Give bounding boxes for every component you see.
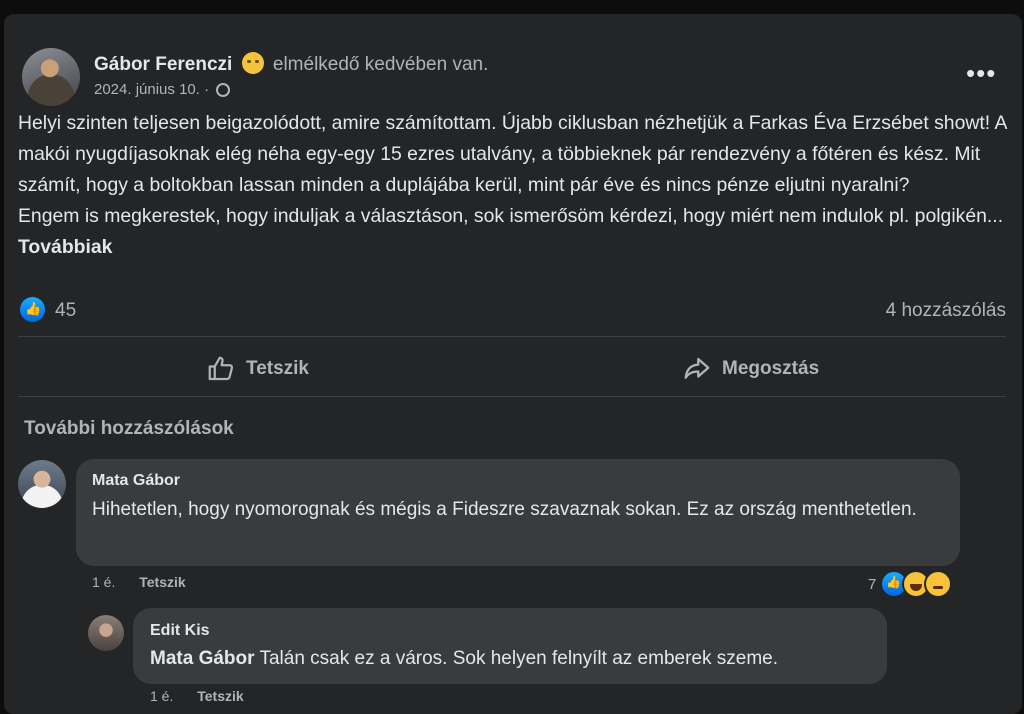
- thinking-emoji-icon: [241, 52, 264, 74]
- more-comments-link[interactable]: További hozzászólások: [24, 418, 234, 440]
- comment-like-button[interactable]: Tetszik: [139, 574, 185, 590]
- see-more-link[interactable]: Továbbiak: [18, 236, 112, 258]
- like-button-label: Tetszik: [246, 358, 310, 379]
- post-body: Helyi szinten teljesen beigazolódott, am…: [18, 112, 1007, 227]
- comment-text: Mata Gábor Talán csak ez a város. Sok he…: [150, 644, 880, 674]
- comment-actions: 1 é. Tetszik: [92, 574, 186, 590]
- comment-time[interactable]: 1 é.: [150, 688, 173, 704]
- comment-actions: 1 é. Tetszik: [150, 688, 244, 704]
- post-meta: 2024. június 10. ·: [94, 81, 231, 98]
- divider: [18, 396, 1006, 397]
- reply-text: Talán csak ez a város. Sok helyen felnyí…: [254, 648, 778, 669]
- author-name[interactable]: Gábor Ferenczi: [94, 54, 232, 75]
- sad-icon: [924, 570, 953, 598]
- author-avatar[interactable]: [22, 48, 80, 106]
- post-date[interactable]: 2024. június 10.: [94, 81, 200, 98]
- comment-count[interactable]: 4 hozzászólás: [886, 300, 1006, 322]
- comment-time[interactable]: 1 é.: [92, 574, 115, 590]
- divider: [18, 336, 1006, 337]
- share-arrow-icon: [684, 357, 710, 379]
- like-button[interactable]: Tetszik: [206, 354, 309, 384]
- meta-separator: ·: [204, 81, 210, 98]
- share-button[interactable]: Megosztás: [682, 354, 819, 384]
- comment-text: Hihetetlen, hogy nyomorognak és mégis a …: [92, 499, 917, 520]
- thumbs-up-icon: [208, 356, 234, 381]
- feeling-text: elmélkedő kedvében van.: [272, 54, 489, 75]
- commenter-name[interactable]: Edit Kis: [150, 622, 210, 640]
- post-text: Helyi szinten teljesen beigazolódott, am…: [18, 108, 1008, 263]
- commenter-avatar[interactable]: [88, 615, 124, 651]
- share-button-label: Megosztás: [722, 358, 820, 379]
- comment-reactions[interactable]: 7: [868, 570, 953, 598]
- post-header: Gábor Ferenczi elmélkedő kedvében van.: [94, 52, 488, 76]
- commenter-name[interactable]: Mata Gábor: [92, 472, 180, 490]
- like-reaction-icon[interactable]: [20, 297, 45, 322]
- globe-icon: [216, 83, 231, 97]
- commenter-avatar[interactable]: [18, 460, 66, 508]
- mention-link[interactable]: Mata Gábor: [150, 648, 255, 669]
- like-count[interactable]: 45: [55, 300, 76, 322]
- comment-like-button[interactable]: Tetszik: [197, 688, 243, 704]
- more-options-button[interactable]: •••: [966, 58, 996, 89]
- reaction-count: 7: [868, 575, 877, 593]
